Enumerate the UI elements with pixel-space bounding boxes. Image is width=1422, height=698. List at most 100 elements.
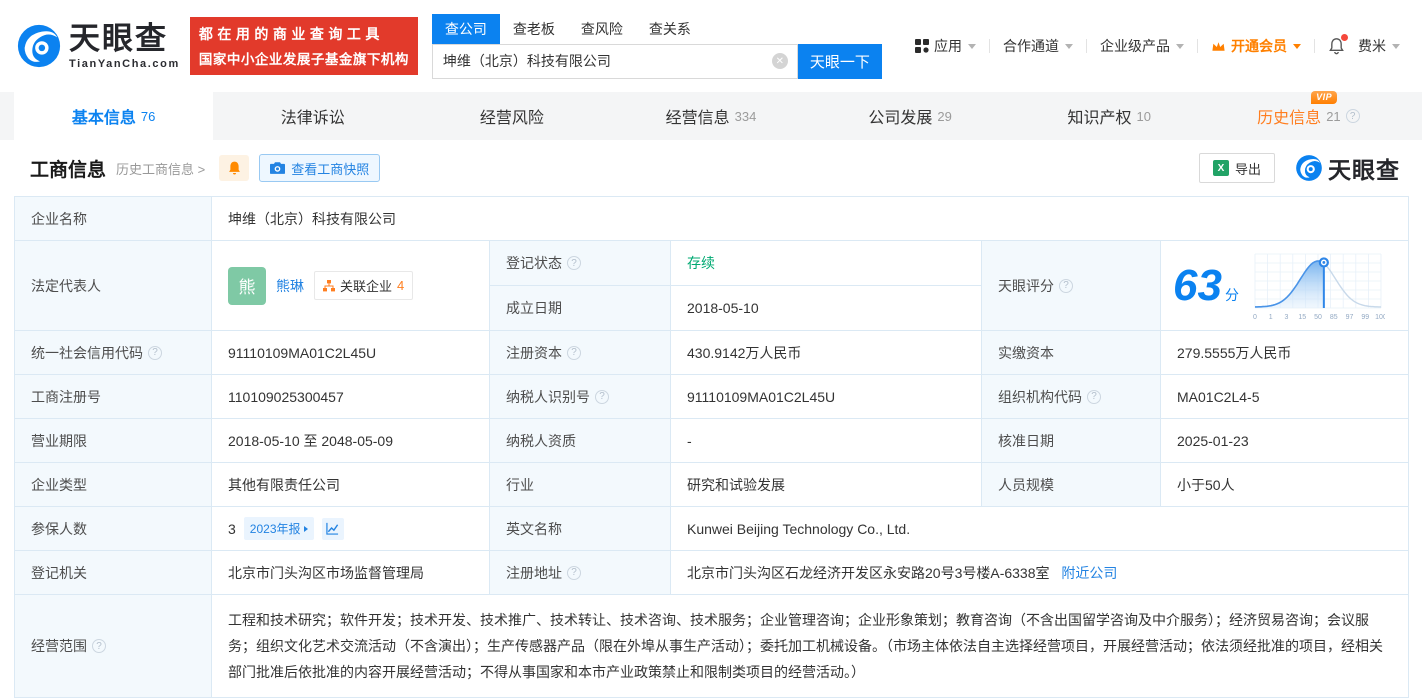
nav-user[interactable]: 费米: [1358, 36, 1400, 56]
nav-vip[interactable]: 开通会员: [1211, 36, 1301, 56]
tianyancha-logo[interactable]: 天眼查 TianYanCha.com: [16, 23, 180, 70]
company-type-value: 其他有限责任公司: [212, 463, 490, 507]
view-snapshot-label: 查看工商快照: [291, 159, 369, 178]
nearby-companies-link[interactable]: 附近公司: [1061, 565, 1117, 581]
crown-icon: [1211, 40, 1226, 53]
export-button[interactable]: X 导出: [1199, 153, 1275, 183]
table-row: 参保人数 3 2023年报 英文名称 Kunwei Beijing Techno…: [15, 507, 1409, 551]
tab-intellectual-property[interactable]: 知识产权 10: [1010, 92, 1209, 140]
tab-legal-litigation[interactable]: 法律诉讼: [213, 92, 412, 140]
excel-icon: X: [1213, 160, 1229, 176]
search-input-wrap: ✕: [432, 44, 798, 79]
field-label: 统一社会信用代码?: [15, 331, 212, 375]
field-label: 营业期限: [15, 419, 212, 463]
reg-capital-value: 430.9142万人民币: [671, 331, 982, 375]
tab-label: 知识产权: [1068, 104, 1132, 128]
search-button[interactable]: 天眼一下: [798, 44, 882, 79]
nav-divider: [989, 39, 990, 53]
tab-label: 经营信息: [666, 104, 730, 128]
svg-text:50: 50: [1314, 314, 1322, 321]
reg-number-value: 110109025300457: [212, 375, 490, 419]
search-tab-company[interactable]: 查公司: [432, 14, 500, 44]
field-label: 注册地址?: [490, 551, 671, 595]
tianyancha-watermark: 天眼查: [1295, 151, 1400, 185]
tab-company-development[interactable]: 公司发展 29: [811, 92, 1010, 140]
legal-rep-cell: 熊 熊琳 关联企业 4: [212, 241, 490, 331]
org-code-value: MA01C2L4-5: [1161, 375, 1409, 419]
tab-history-info[interactable]: 历史信息 VIP 21 ?: [1209, 92, 1408, 140]
help-icon[interactable]: ?: [595, 390, 609, 404]
nav-apps[interactable]: 应用: [915, 36, 976, 56]
bell-icon: [227, 160, 242, 176]
trend-chart-button[interactable]: [322, 518, 344, 540]
search-tab-relation[interactable]: 查关系: [636, 14, 704, 44]
search-input[interactable]: [433, 45, 797, 78]
table-row: 经营范围? 工程和技术研究；软件开发；技术开发、技术推广、技术转让、技术咨询、技…: [15, 595, 1409, 698]
tab-basic-info[interactable]: 基本信息 76: [14, 92, 213, 140]
view-snapshot-button[interactable]: 查看工商快照: [259, 154, 380, 182]
slogan-banner: 都在用的商业查询工具 国家中小企业发展子基金旗下机构: [190, 17, 418, 75]
establish-date-value: 2018-05-10: [671, 286, 982, 331]
tab-count: 10: [1137, 109, 1151, 124]
field-label: 登记状态?: [490, 241, 671, 286]
field-label: 行业: [490, 463, 671, 507]
tianyancha-logo-icon: [1295, 154, 1323, 182]
search-tab-risk[interactable]: 查风险: [568, 14, 636, 44]
chevron-down-icon: [1176, 44, 1184, 49]
registration-info-table: 企业名称 坤维（北京）科技有限公司 法定代表人 熊 熊琳 关联企业 4: [14, 196, 1409, 698]
help-icon[interactable]: ?: [1087, 390, 1101, 404]
table-row: 工商注册号 110109025300457 纳税人识别号? 91110109MA…: [15, 375, 1409, 419]
field-label: 企业名称: [15, 197, 212, 241]
nav-divider: [1086, 39, 1087, 53]
chevron-down-icon: [968, 44, 976, 49]
subscribe-bell-button[interactable]: [219, 155, 249, 181]
section-header: 工商信息 历史工商信息 > 查看工商快照 X 导出 天眼查: [0, 140, 1422, 196]
business-term-value: 2018-05-10 至 2048-05-09: [212, 419, 490, 463]
reg-status-value: 存续: [671, 241, 982, 286]
clear-icon[interactable]: ✕: [772, 53, 788, 69]
notifications-bell[interactable]: [1328, 37, 1345, 55]
help-icon[interactable]: ?: [1346, 109, 1360, 123]
legal-rep-avatar[interactable]: 熊: [228, 267, 266, 305]
help-icon[interactable]: ?: [92, 639, 106, 653]
tab-business-info[interactable]: 经营信息 334: [611, 92, 810, 140]
tab-count: 29: [937, 109, 951, 124]
nav-cooperation-label: 合作通道: [1003, 36, 1059, 56]
tab-label: 基本信息: [72, 104, 136, 128]
help-icon[interactable]: ?: [567, 256, 581, 270]
nav-divider: [1197, 39, 1198, 53]
taxpayer-qualification-value: -: [671, 419, 982, 463]
watermark-text: 天眼查: [1328, 151, 1400, 185]
field-label: 成立日期: [490, 286, 671, 331]
help-icon[interactable]: ?: [1059, 279, 1073, 293]
tianyancha-logo-icon: [16, 23, 62, 69]
slogan-line2: 国家中小企业发展子基金旗下机构: [199, 48, 409, 68]
help-icon[interactable]: ?: [567, 346, 581, 360]
related-companies-badge[interactable]: 关联企业 4: [314, 271, 413, 300]
nav-enterprise-products[interactable]: 企业级产品: [1100, 36, 1184, 56]
registry-authority-value: 北京市门头沟区市场监督管理局: [212, 551, 490, 595]
english-name-value: Kunwei Beijing Technology Co., Ltd.: [671, 507, 1409, 551]
score-cell[interactable]: 63 分: [1161, 241, 1409, 331]
nav-divider: [1314, 39, 1315, 53]
username: 费米: [1358, 36, 1386, 56]
tab-operation-risk[interactable]: 经营风险: [412, 92, 611, 140]
org-chart-icon: [323, 280, 335, 292]
score-curve-fill: [1255, 261, 1381, 308]
svg-text:15: 15: [1298, 314, 1306, 321]
nav-apps-label: 应用: [934, 36, 962, 56]
annual-report-badge[interactable]: 2023年报: [244, 517, 314, 540]
legal-rep-link[interactable]: 熊琳: [276, 276, 304, 296]
reg-address-value: 北京市门头沟区石龙经济开发区永安路20号3号楼A-6338室: [687, 565, 1050, 581]
tab-label: 历史信息 VIP: [1257, 104, 1321, 128]
tab-label: 法律诉讼: [281, 104, 345, 128]
nav-cooperation[interactable]: 合作通道: [1003, 36, 1073, 56]
field-label: 实缴资本: [982, 331, 1161, 375]
help-icon[interactable]: ?: [567, 566, 581, 580]
search-tab-boss[interactable]: 查老板: [500, 14, 568, 44]
taxpayer-id-value: 91110109MA01C2L45U: [671, 375, 982, 419]
field-label: 法定代表人: [15, 241, 212, 331]
table-row: 登记机关 北京市门头沟区市场监督管理局 注册地址? 北京市门头沟区石龙经济开发区…: [15, 551, 1409, 595]
history-registration-link[interactable]: 历史工商信息 >: [116, 159, 205, 178]
help-icon[interactable]: ?: [148, 346, 162, 360]
